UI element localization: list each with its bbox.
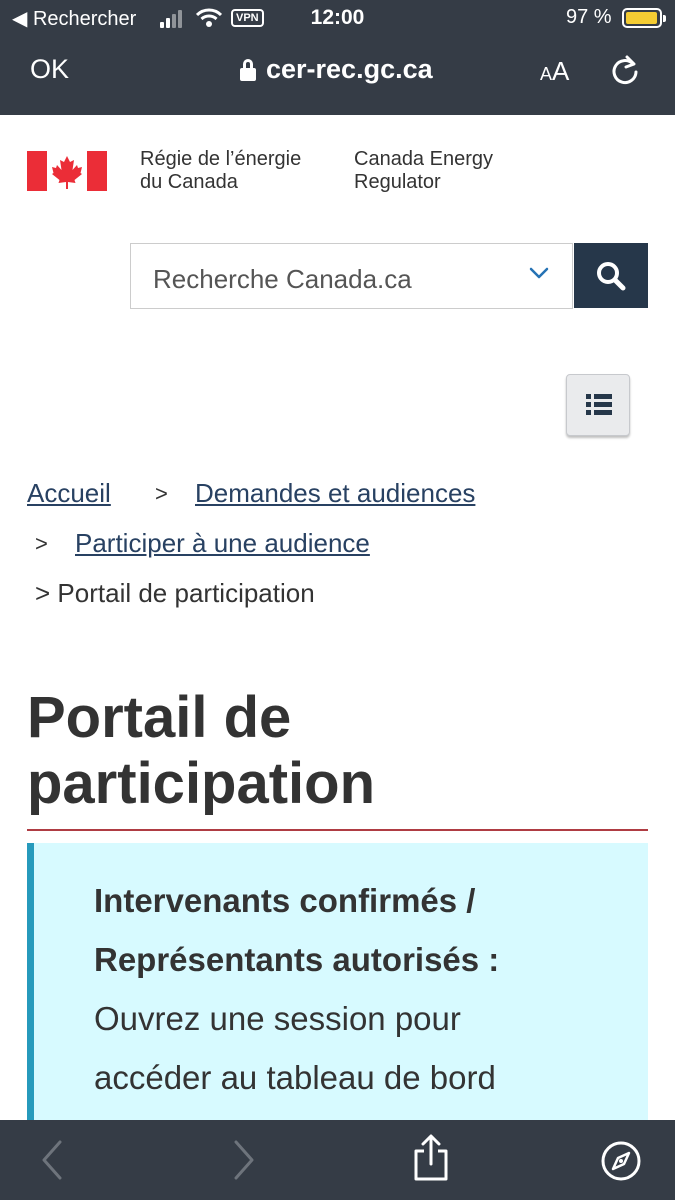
battery-icon <box>622 8 666 28</box>
text-size-large-label: A <box>552 56 570 86</box>
chevron-down-icon[interactable] <box>529 266 549 280</box>
alert-line2: accéder au tableau de bord <box>94 1059 496 1096</box>
menu-button[interactable] <box>566 374 630 436</box>
status-bar: ◀ Rechercher VPN 12:00 97 % <box>0 0 675 38</box>
done-button[interactable]: OK <box>30 54 69 85</box>
breadcrumb-item-demandes[interactable]: Demandes et audiences <box>195 478 475 509</box>
breadcrumb-item-participer[interactable]: Participer à une audience <box>75 528 370 559</box>
search-button[interactable] <box>574 243 648 308</box>
breadcrumb-separator: > <box>155 481 168 506</box>
canada-flag-icon <box>27 151 107 191</box>
page-title-line2: participation <box>27 751 376 816</box>
browser-toolbar <box>0 1120 675 1200</box>
url-text: cer-rec.gc.ca <box>266 54 433 84</box>
breadcrumb-link[interactable]: Participer à une audience <box>75 528 370 558</box>
text-size-small-label: A <box>540 64 553 84</box>
search-input[interactable]: Recherche Canada.ca <box>130 243 573 309</box>
forward-chevron-icon[interactable] <box>232 1138 256 1182</box>
back-chevron-icon[interactable] <box>40 1138 64 1182</box>
signature-fr-line1: Régie de l’énergie <box>140 148 302 170</box>
address-field[interactable]: cer-rec.gc.ca <box>240 54 433 85</box>
search-icon <box>597 262 626 291</box>
breadcrumb-link[interactable]: Accueil <box>27 478 111 508</box>
lock-icon <box>240 58 256 81</box>
share-icon[interactable] <box>412 1134 450 1182</box>
breadcrumb-item-accueil[interactable]: Accueil <box>27 478 111 509</box>
breadcrumb-separator: > <box>35 578 51 608</box>
page-title-line1: Portail de <box>27 685 292 750</box>
signature-en-line1: Canada Energy <box>354 148 493 170</box>
page-title: Portail de participation <box>27 685 647 817</box>
breadcrumb-link[interactable]: Demandes et audiences <box>195 478 475 508</box>
alert-line1: Ouvrez une session pour <box>94 1000 461 1037</box>
title-underline <box>27 829 648 831</box>
signature-english[interactable]: Canada Energy Regulator <box>354 148 493 194</box>
browser-chrome: ◀ Rechercher VPN 12:00 97 % OK cer-rec.g… <box>0 0 675 115</box>
signature-en-line2: Regulator <box>354 171 441 193</box>
compass-icon[interactable] <box>600 1140 642 1182</box>
reload-icon[interactable] <box>611 55 641 89</box>
breadcrumb-current-label: Portail de participation <box>57 578 315 608</box>
battery-percent: 97 % <box>566 6 612 28</box>
search-placeholder: Recherche Canada.ca <box>153 264 412 294</box>
signature-french[interactable]: Régie de l’énergie du Canada <box>140 148 301 194</box>
alert-text: Intervenants confirmés / Représentants a… <box>94 871 634 1107</box>
url-bar: OK cer-rec.gc.ca AA <box>0 38 675 115</box>
signature-fr-line2: du Canada <box>140 171 238 193</box>
breadcrumb-separator: > <box>35 531 48 556</box>
list-menu-icon <box>586 394 612 415</box>
text-size-button[interactable]: AA <box>540 56 569 87</box>
alert-bold-line2: Représentants autorisés : <box>94 941 500 978</box>
alert-bold-line1: Intervenants confirmés / <box>94 882 476 919</box>
breadcrumb-item-current: > Portail de participation <box>35 578 315 609</box>
info-alert: Intervenants confirmés / Représentants a… <box>27 843 648 1133</box>
